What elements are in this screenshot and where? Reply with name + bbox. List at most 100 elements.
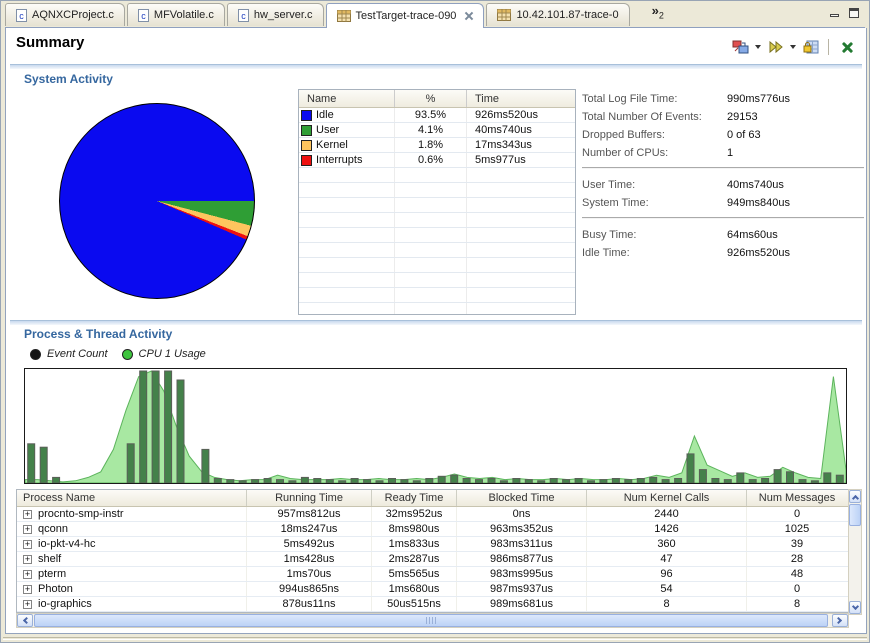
vertical-scroll-track[interactable] [849,526,861,601]
process-name: shelf [38,553,62,565]
stat-value: 1 [727,147,734,159]
editor-tab[interactable]: c MFVolatile.c [126,3,225,26]
column-header-ready-time[interactable]: Ready Time [372,490,457,506]
process-name-cell: + Photon [17,582,247,596]
running-cell: 957ms812us [247,507,372,521]
maximize-view-button[interactable] [847,6,861,19]
process-table-body: + procnto-smp-instr 957ms812us 32ms952us 0ns… [17,507,848,612]
process-row[interactable]: + qconn 18ms247us 8ms980us 963ms352us 1426 102… [17,522,848,537]
horizontal-scroll-thumb[interactable] [34,614,828,627]
process-table: Process Name Running Time Ready Time Blocke… [16,489,848,613]
expand-icon[interactable]: + [23,569,32,579]
expand-icon[interactable]: + [23,509,32,519]
navigate-trace-button[interactable] [766,38,785,55]
cpu-usage-table-header: Name% Time [299,90,575,108]
stats-separator [582,217,864,219]
column-header-name[interactable]: Name [299,90,395,107]
stat-label: System Time: [582,197,649,209]
scroll-thumb-grip [426,617,436,624]
usage-name-cell: User [299,123,395,137]
scroll-down-button[interactable] [849,601,861,614]
close-icon [841,41,853,53]
column-header-num-kernel-calls[interactable]: Num Kernel Calls [587,490,747,506]
lock-view-button[interactable] [801,38,820,55]
messages-cell: 8 [793,598,801,610]
editor-tab[interactable]: 10.42.101.87-trace-0 [486,3,630,26]
display-mode-dropdown-caret-icon[interactable] [755,44,761,49]
ready-cell: 50us515ns [372,597,457,611]
scroll-up-button[interactable] [849,490,861,503]
stat-label: Number of CPUs: [582,147,669,159]
process-row[interactable]: + pterm 1ms70us 5ms565us 983ms995us 96 48 [17,567,848,582]
stat-row: Busy Time: 64ms60us [582,226,864,244]
display-mode-icon [732,40,749,53]
navigate-dropdown-caret-icon[interactable] [790,44,796,49]
messages-cell: 0 [793,583,801,595]
cpu-usage-row[interactable]: User 4.1% 40ms740us [299,123,575,138]
expand-icon[interactable]: + [23,539,32,549]
kernel_calls-cell: 8 [587,597,747,611]
maximize-icon [849,7,859,18]
expand-icon[interactable]: + [23,524,32,534]
process-row[interactable]: + shelf 1ms428us 2ms287us 986ms877us 47 28 [17,552,848,567]
minimize-icon [829,14,839,17]
process-row[interactable]: + io-graphics 878us11ns 50us515ns 989ms681us… [17,597,848,612]
usage-percent: 4.1% [395,123,467,137]
process-table-horizontal-scrollbar[interactable] [16,613,849,628]
process-name: qconn [38,523,68,535]
editor-tab[interactable]: c hw_server.c [226,3,324,26]
cpu-usage-row[interactable]: Idle 93.5% 926ms520us [299,108,575,123]
column-header-percent[interactable]: % [395,90,467,107]
stat-label: Total Number Of Events: [582,111,702,123]
stats-separator [582,167,864,169]
column-header-blocked-time[interactable]: Blocked Time [457,490,587,506]
process-row[interactable]: + io-pkt-v4-hc 5ms492us 1ms833us 983ms311us 3… [17,537,848,552]
cpu-usage-row[interactable]: Interrupts 0.6% 5ms977us [299,153,575,168]
kernel_calls-cell: 96 [587,567,747,581]
legend-item: CPU 1 Usage [121,348,206,360]
blocked-cell: 983ms311us [457,537,587,551]
stat-value: 0 of 63 [727,129,761,141]
editor-tab[interactable]: TestTarget-trace-090 [325,3,485,28]
chevron-right-icon [834,616,843,625]
stat-value: 926ms520us [727,247,790,259]
running-cell: 18ms247us [247,522,372,536]
editor-tab[interactable]: c AQNXCProject.c [5,3,125,26]
close-view-button[interactable] [837,38,856,55]
process-name: io-pkt-v4-hc [38,538,96,550]
vertical-scroll-thumb[interactable] [849,504,861,526]
minimize-view-button[interactable] [827,6,841,19]
column-header-running-time[interactable]: Running Time [247,490,372,506]
cpu-usage-table-body: Idle 93.5% 926ms520us User 4.1% 40ms740us Kern… [299,108,575,314]
legend-dot-icon [30,348,41,360]
color-swatch [301,109,312,121]
activity-timeline-chart [24,368,847,484]
column-header-num-messages[interactable]: Num Messages [747,490,847,506]
editor-tab-bar: c AQNXCProject.c c MFVolatile.c c hw_server.c… [5,3,865,28]
expand-icon[interactable]: + [23,554,32,564]
usage-name-cell: Kernel [299,138,395,152]
c-file-icon: c [237,8,249,22]
process-name-cell: + pterm [17,567,247,581]
process-row[interactable]: + Photon 994us865ns 1ms680us 987ms937us 54 0 [17,582,848,597]
legend-label: Event Count [47,348,108,360]
column-header-time[interactable]: Time [467,90,573,107]
column-header-process-name[interactable]: Process Name [17,490,247,506]
process-row[interactable]: + procnto-smp-instr 957ms812us 32ms952us 0ns… [17,507,848,522]
expand-icon[interactable]: + [23,599,32,609]
process-name-cell: + qconn [17,522,247,536]
toolbar-separator [828,38,829,55]
cpu-usage-row[interactable]: Kernel 1.8% 17ms343us [299,138,575,153]
tab-overflow-button[interactable]: »2 [652,3,664,21]
close-tab-icon[interactable] [465,12,473,20]
kernel_calls-cell: 1426 [587,522,747,536]
ready-cell: 32ms952us [372,507,457,521]
expand-icon[interactable]: + [23,584,32,594]
ready-cell: 1ms680us [372,582,457,596]
kernel_calls-cell: 2440 [587,507,747,521]
process-table-vertical-scrollbar[interactable] [848,489,862,615]
section-divider [10,64,862,69]
display-mode-button[interactable] [731,38,750,55]
scroll-right-button[interactable] [832,614,848,627]
scroll-left-button[interactable] [17,614,33,627]
